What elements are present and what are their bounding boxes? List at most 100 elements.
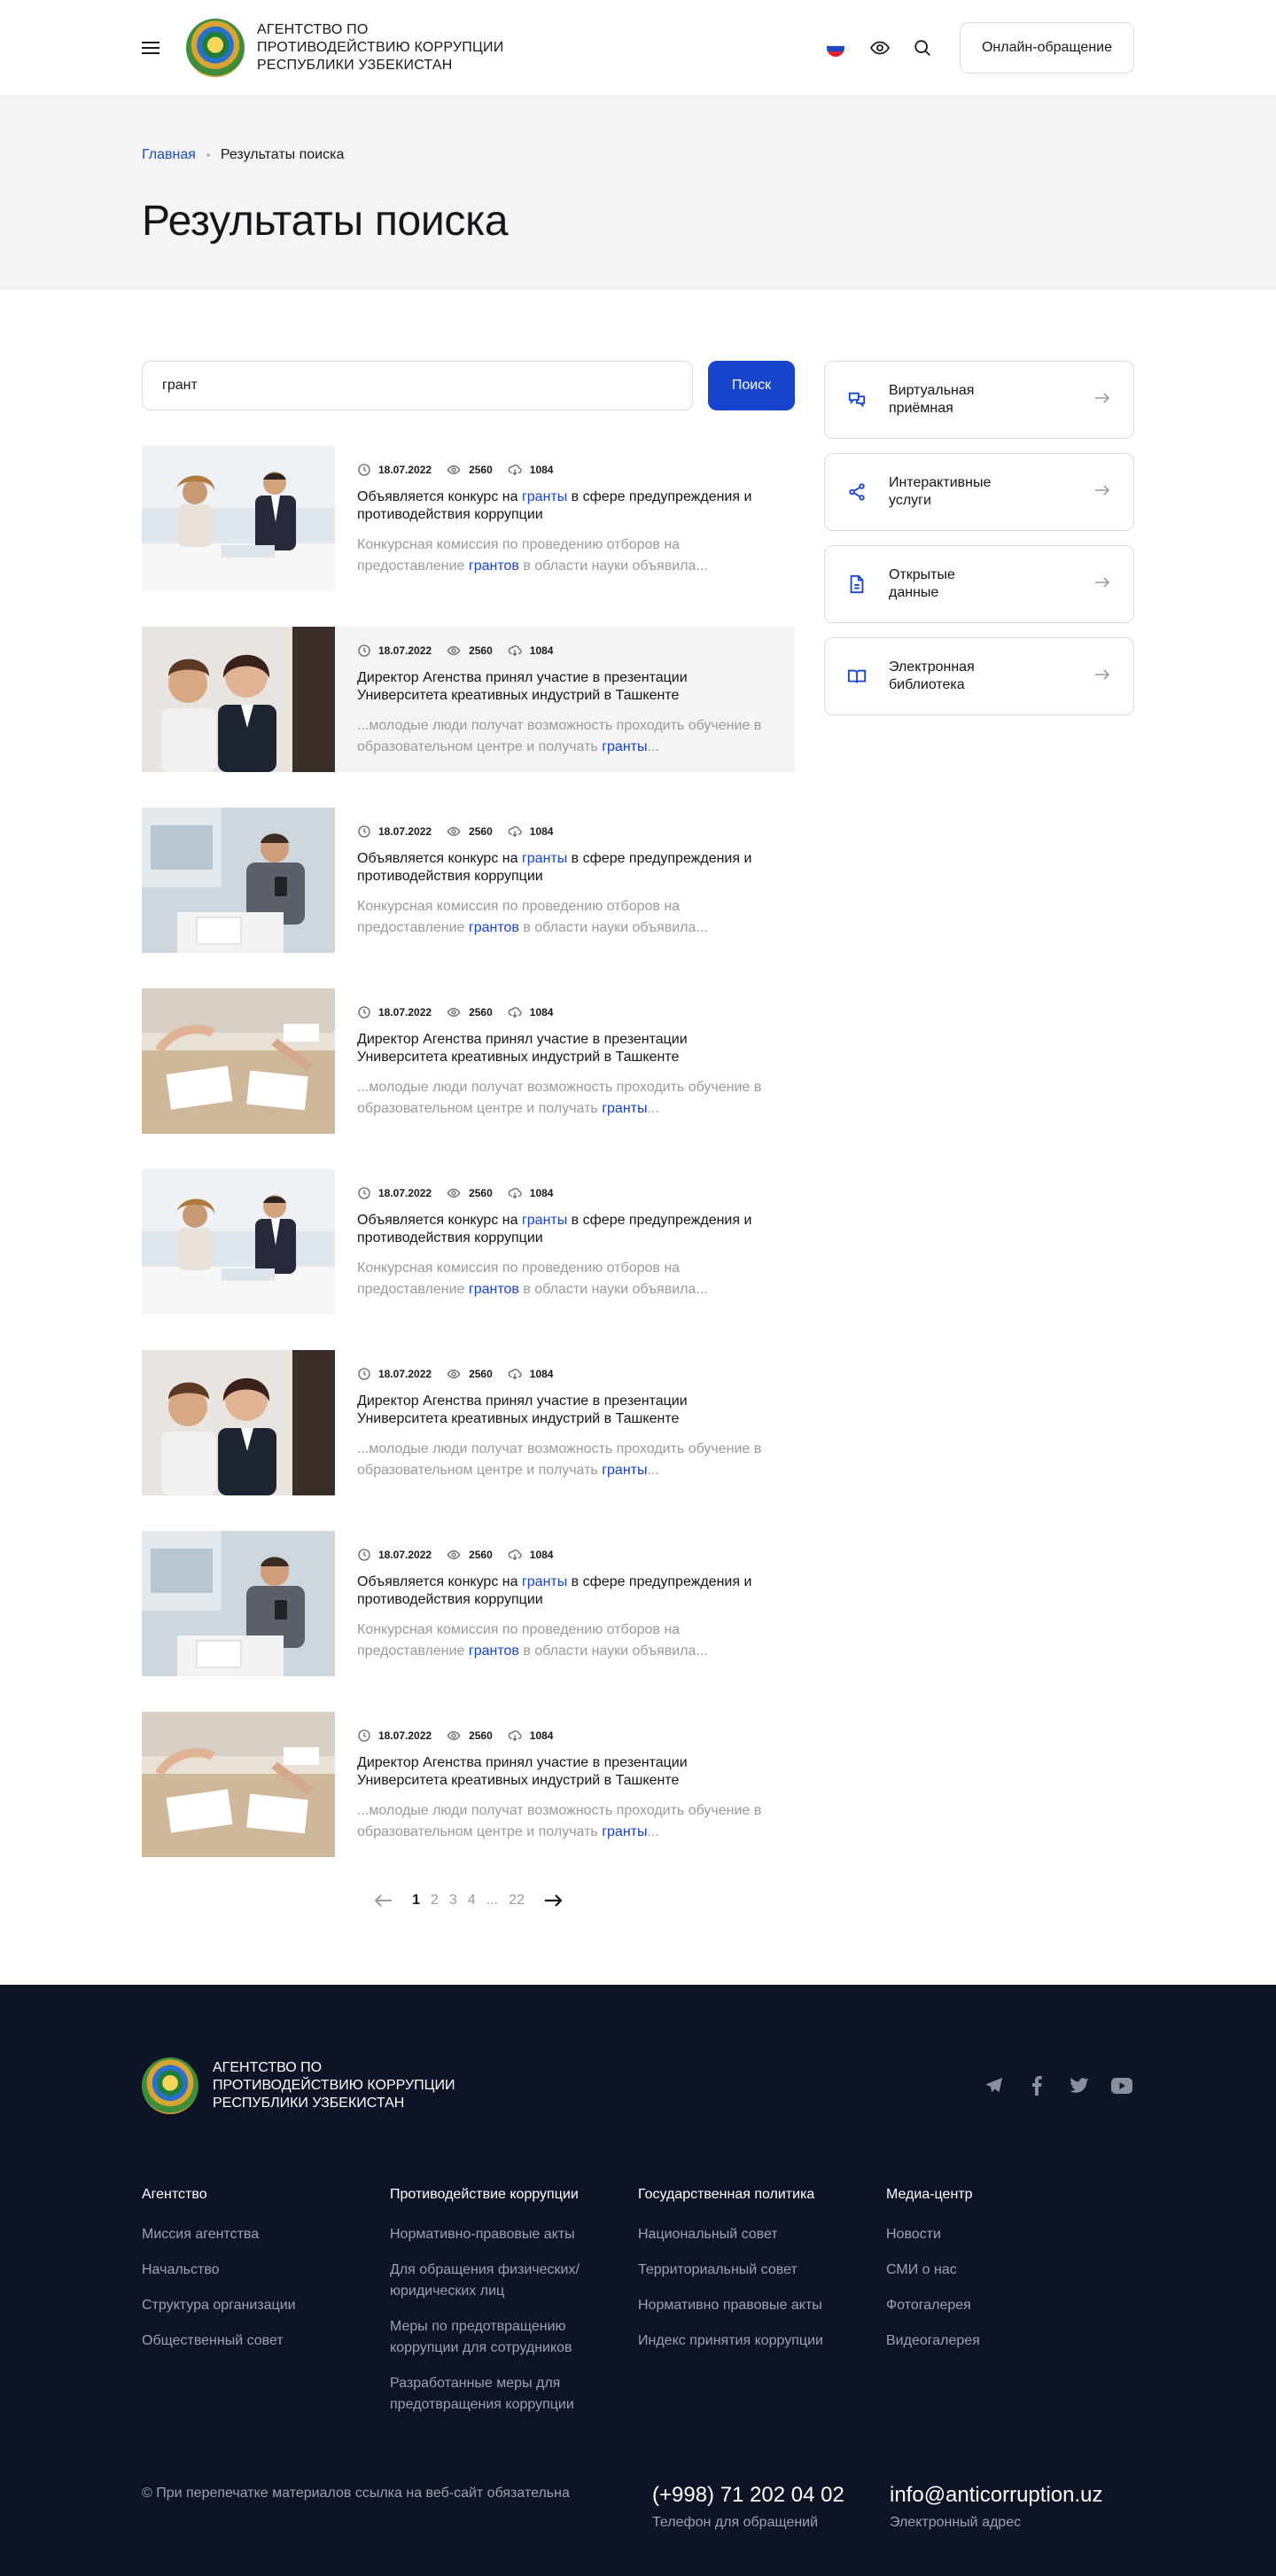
footer-link[interactable]: Общественный совет: [142, 2330, 390, 2352]
result-title[interactable]: Объявляется конкурс на гранты в сфере пр…: [357, 488, 774, 524]
search-result-item[interactable]: 18.07.2022 2560 1084 Директор Агенства п…: [142, 627, 795, 772]
email-label: Электронный адрес: [890, 2515, 1022, 2530]
result-downloads: 1084: [529, 1549, 554, 1561]
downloads-meta: 1084: [507, 1005, 553, 1019]
snippet-highlight: гранты: [602, 739, 648, 754]
footer-link[interactable]: Структура организации: [142, 2295, 390, 2316]
search-result-item[interactable]: 18.07.2022 2560 1084 Объявляется конкурс…: [142, 446, 795, 591]
title-text: Директор Агенства принял участие в презе…: [357, 1393, 688, 1426]
phone-number[interactable]: (+998) 71 202 04 02: [652, 2483, 890, 2508]
office-meeting-photo[interactable]: [142, 446, 335, 591]
footer-link[interactable]: Для обращения физических/ юридических ли…: [390, 2260, 638, 2302]
breadcrumb-home-link[interactable]: Главная: [142, 147, 196, 163]
search-result-item[interactable]: 18.07.2022 2560 1084 Директор Агенства п…: [142, 1712, 795, 1857]
documents-on-table-photo[interactable]: [142, 1712, 335, 1857]
search-result-item[interactable]: 18.07.2022 2560 1084 Объявляется конкурс…: [142, 808, 795, 953]
footer-link[interactable]: Фотогалерея: [886, 2295, 1134, 2316]
youtube-icon[interactable]: [1109, 2073, 1134, 2098]
page-number[interactable]: 3: [449, 1893, 457, 1909]
download-cloud-icon: [508, 645, 522, 657]
arrow-right-icon: [1094, 576, 1112, 593]
result-views: 2560: [469, 464, 493, 476]
page-number[interactable]: 1: [412, 1893, 420, 1909]
date-meta: 18.07.2022: [357, 1186, 432, 1200]
footer-emblem-logo[interactable]: [142, 2057, 198, 2114]
footer-column: Противодействие коррупции Нормативно-прав…: [390, 2187, 638, 2430]
documents-on-table-photo[interactable]: [142, 988, 335, 1134]
footer-link[interactable]: СМИ о нас: [886, 2260, 1134, 2281]
footer-link[interactable]: Разработанные меры для предотвращения ко…: [390, 2373, 638, 2416]
team-portrait-photo[interactable]: [142, 1350, 335, 1495]
result-title[interactable]: Директор Агенства принял участие в презе…: [357, 1393, 774, 1428]
result-snippet: Конкурсная комиссия по проведению отборо…: [357, 535, 774, 577]
result-title[interactable]: Объявляется конкурс на гранты в сфере пр…: [357, 850, 774, 886]
office-meeting-photo[interactable]: [142, 1169, 335, 1315]
result-title[interactable]: Объявляется конкурс на гранты в сфере пр…: [357, 1212, 774, 1247]
eye-icon: [447, 1730, 461, 1741]
sidebar-card-chat[interactable]: Виртуальная приёмная: [824, 361, 1134, 439]
page-number[interactable]: 4: [468, 1893, 476, 1909]
businessman-working-photo[interactable]: [142, 808, 335, 953]
team-portrait-photo[interactable]: [142, 627, 335, 772]
share-icon: [846, 481, 868, 503]
snippet-highlight: гранты: [602, 1824, 648, 1839]
snippet-text: в области науки объявила...: [518, 1643, 708, 1659]
result-meta: 18.07.2022 2560 1084: [357, 1545, 774, 1565]
accessibility-eye-icon[interactable]: [868, 35, 892, 60]
clock-icon: [358, 1006, 370, 1019]
search-result-item[interactable]: 18.07.2022 2560 1084 Объявляется конкурс…: [142, 1531, 795, 1676]
pagination: 1 2 3 4... 22: [142, 1893, 795, 1909]
result-title[interactable]: Объявляется конкурс на гранты в сфере пр…: [357, 1573, 774, 1609]
breadcrumb-separator: [206, 153, 210, 157]
language-flag-icon[interactable]: [826, 39, 844, 57]
footer-link[interactable]: Национальный совет: [638, 2224, 886, 2245]
prev-page-arrow-icon[interactable]: [375, 1894, 393, 1907]
search-button[interactable]: Поиск: [708, 361, 795, 410]
footer-link[interactable]: Территориальный совет: [638, 2260, 886, 2281]
online-appeal-button[interactable]: Онлайн-обращение: [959, 22, 1134, 74]
footer-link[interactable]: Новости: [886, 2224, 1134, 2245]
snippet-text: в области науки объявила...: [518, 1282, 708, 1297]
search-result-item[interactable]: 18.07.2022 2560 1084 Директор Агенства п…: [142, 988, 795, 1134]
email-address[interactable]: info@anticorruption.uz: [890, 2483, 1103, 2508]
result-snippet: ...молодые люди получат возможность прох…: [357, 1439, 774, 1481]
eye-icon: [447, 1188, 461, 1198]
footer-link[interactable]: Начальство: [142, 2260, 390, 2281]
search-result-item[interactable]: 18.07.2022 2560 1084 Директор Агенства п…: [142, 1350, 795, 1495]
search-input[interactable]: [142, 361, 693, 410]
footer-link[interactable]: Меры по предотвращению коррупции для сот…: [390, 2316, 638, 2359]
agency-name-line: Агентство по: [257, 22, 369, 37]
arrow-right-icon: [1094, 668, 1112, 685]
footer-agency-name[interactable]: Агентство по противодействию коррупции Р…: [213, 2059, 455, 2112]
agency-name[interactable]: Агентство по противодействию коррупции Р…: [257, 21, 503, 74]
title-band: Главная Результаты поиска Результаты пои…: [0, 96, 1276, 290]
businessman-working-photo[interactable]: [142, 1531, 335, 1676]
menu-icon[interactable]: [142, 42, 160, 54]
search-icon[interactable]: [910, 35, 935, 60]
result-title[interactable]: Директор Агенства принял участие в презе…: [357, 1031, 774, 1066]
result-title[interactable]: Директор Агенства принял участие в презе…: [357, 1754, 774, 1790]
next-page-arrow-icon[interactable]: [544, 1894, 562, 1907]
footer-link[interactable]: Нормативно-правовые акты: [390, 2224, 638, 2245]
twitter-icon[interactable]: [1067, 2073, 1092, 2098]
snippet-highlight: грантов: [468, 1282, 519, 1297]
footer-link[interactable]: Нормативно правовые акты: [638, 2295, 886, 2316]
sidebar-card-share[interactable]: Интерактивные услуги: [824, 453, 1134, 531]
telegram-icon[interactable]: [982, 2073, 1007, 2098]
result-meta: 18.07.2022 2560 1084: [357, 1183, 774, 1203]
label-line: данные: [889, 585, 939, 600]
result-snippet: ...молодые люди получат возможность прох…: [357, 715, 774, 758]
sidebar-card-document[interactable]: Открытые данные: [824, 545, 1134, 623]
sidebar-card-book[interactable]: Электронная библиотека: [824, 637, 1134, 715]
page-number[interactable]: 22: [509, 1893, 525, 1909]
facebook-icon[interactable]: [1024, 2073, 1049, 2098]
result-title[interactable]: Директор Агенства принял участие в презе…: [357, 669, 774, 705]
page-number[interactable]: 2: [431, 1893, 439, 1909]
footer-link[interactable]: Миссия агентства: [142, 2224, 390, 2245]
emblem-logo[interactable]: [186, 19, 245, 77]
footer-link[interactable]: Видеогалерея: [886, 2330, 1134, 2352]
search-result-item[interactable]: 18.07.2022 2560 1084 Объявляется конкурс…: [142, 1169, 795, 1315]
footer-link[interactable]: Индекс принятия коррупции: [638, 2330, 886, 2352]
pagination-ellipsis: ...: [486, 1893, 499, 1908]
download-cloud-icon: [508, 464, 522, 476]
